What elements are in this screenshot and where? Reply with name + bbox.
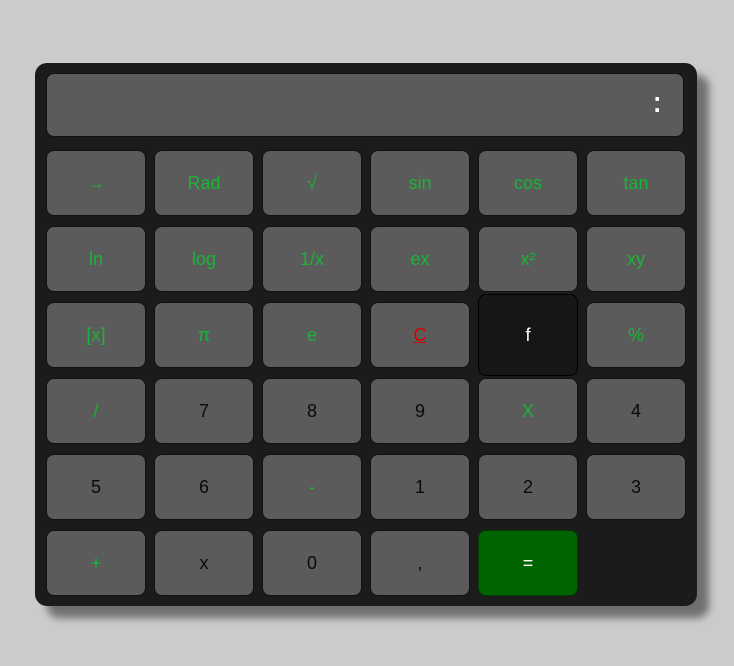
equals-button[interactable]: = <box>478 530 578 596</box>
sin-button[interactable]: sin <box>370 150 470 216</box>
cos-button[interactable]: cos <box>478 150 578 216</box>
multiply-button[interactable]: X <box>478 378 578 444</box>
digit-4-button[interactable]: 4 <box>586 378 686 444</box>
digit-5-button[interactable]: 5 <box>46 454 146 520</box>
digit-3-button[interactable]: 3 <box>586 454 686 520</box>
calculator-panel: ⁚ → Rad √ sin cos tan ln log 1/x ex x² x… <box>35 63 697 606</box>
euler-button[interactable]: e <box>262 302 362 368</box>
exp-button[interactable]: ex <box>370 226 470 292</box>
digit-6-button[interactable]: 6 <box>154 454 254 520</box>
reciprocal-button[interactable]: 1/x <box>262 226 362 292</box>
menu-dots-icon[interactable]: ⁚ <box>653 96 661 116</box>
subtract-button[interactable]: - <box>262 454 362 520</box>
x-variable-button[interactable]: x <box>154 530 254 596</box>
arrow-button[interactable]: → <box>46 150 146 216</box>
comma-button[interactable]: , <box>370 530 470 596</box>
calculator-display: ⁚ <box>46 73 684 137</box>
digit-2-button[interactable]: 2 <box>478 454 578 520</box>
digit-9-button[interactable]: 9 <box>370 378 470 444</box>
ln-button[interactable]: ln <box>46 226 146 292</box>
pi-button[interactable]: π <box>154 302 254 368</box>
clear-button[interactable]: C <box>370 302 470 368</box>
divide-button[interactable]: / <box>46 378 146 444</box>
square-button[interactable]: x² <box>478 226 578 292</box>
tan-button[interactable]: tan <box>586 150 686 216</box>
power-button[interactable]: xy <box>586 226 686 292</box>
digit-8-button[interactable]: 8 <box>262 378 362 444</box>
digit-1-button[interactable]: 1 <box>370 454 470 520</box>
log-button[interactable]: log <box>154 226 254 292</box>
percent-button[interactable]: % <box>586 302 686 368</box>
sqrt-button[interactable]: √ <box>262 150 362 216</box>
floor-button[interactable]: [x] <box>46 302 146 368</box>
add-button[interactable]: + <box>46 530 146 596</box>
digit-7-button[interactable]: 7 <box>154 378 254 444</box>
digit-0-button[interactable]: 0 <box>262 530 362 596</box>
rad-button[interactable]: Rad <box>154 150 254 216</box>
f-button[interactable]: f <box>478 294 578 376</box>
